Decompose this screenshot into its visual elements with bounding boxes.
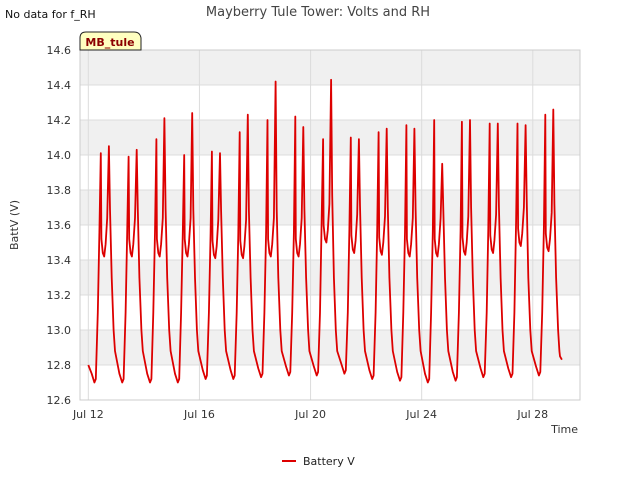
legend: Battery V [282, 455, 355, 468]
background-band [80, 365, 580, 400]
y-tick-label: 13.8 [47, 184, 72, 197]
y-axis: 12.6 12.8 13.0 13.2 13.4 13.6 13.8 14.0 14.2 14.4… [47, 44, 72, 407]
y-tick-label: 14.2 [47, 114, 72, 127]
background-band [80, 295, 580, 330]
station-badge-label: MB_tule [85, 36, 134, 49]
y-tick-label: 13.2 [47, 289, 72, 302]
y-tick-label: 13.6 [47, 219, 72, 232]
chart: No data for f_RH Mayberry Tule Tower: Vo… [5, 5, 581, 468]
chart-title: Mayberry Tule Tower: Volts and RH [206, 5, 430, 20]
y-tick-label: 12.8 [47, 359, 72, 372]
x-tick-label: Jul 28 [516, 408, 548, 421]
x-axis-label: Time [550, 423, 578, 436]
y-tick-label: 14.6 [47, 44, 72, 57]
y-tick-label: 14.0 [47, 149, 72, 162]
station-badge: MB_tule [79, 31, 142, 51]
x-tick-label: Jul 20 [294, 408, 326, 421]
x-tick-label: Jul 12 [72, 408, 104, 421]
y-tick-label: 13.4 [47, 254, 72, 267]
legend-label-battery-v: Battery V [303, 455, 355, 468]
no-data-note: No data for f_RH [5, 8, 96, 21]
y-tick-label: 12.6 [47, 394, 72, 407]
y-tick-label: 14.4 [47, 79, 72, 92]
x-axis: Jul 12 Jul 16 Jul 20 Jul 24 Jul 28 [72, 408, 548, 421]
x-tick-label: Jul 16 [183, 408, 215, 421]
x-tick-label: Jul 24 [405, 408, 437, 421]
background-band [80, 50, 580, 85]
y-axis-label: BattV (V) [8, 200, 21, 250]
background-band [80, 330, 580, 365]
y-tick-label: 13.0 [47, 324, 72, 337]
